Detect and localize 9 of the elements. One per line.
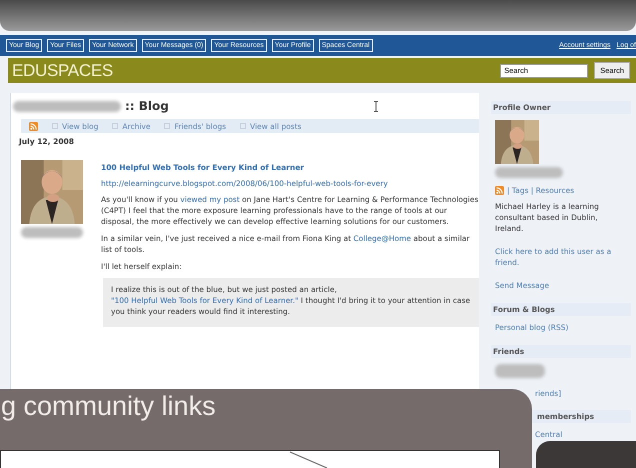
blog-title: :: Blog bbox=[125, 99, 169, 113]
blurred-name bbox=[495, 364, 545, 378]
text-cursor-icon bbox=[372, 100, 379, 112]
callout-title: g community links bbox=[1, 391, 216, 422]
blurred-name bbox=[495, 167, 563, 178]
rss-icon[interactable] bbox=[29, 122, 38, 130]
site-logo[interactable]: EDUSPACES bbox=[12, 60, 113, 80]
rss-icon[interactable] bbox=[495, 186, 504, 195]
blurred-name bbox=[21, 227, 83, 238]
